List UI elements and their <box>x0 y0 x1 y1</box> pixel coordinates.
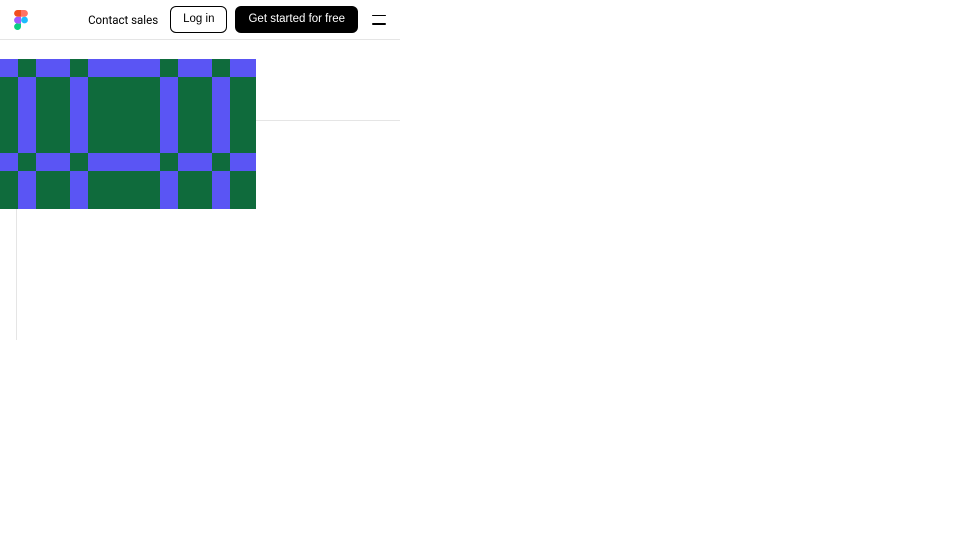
menu-icon[interactable] <box>372 15 386 25</box>
decorative-grid-pattern <box>0 59 256 209</box>
get-started-button[interactable]: Get started for free <box>235 6 358 34</box>
page-header: Contact sales Log in Get started for fre… <box>0 0 400 40</box>
login-button[interactable]: Log in <box>170 6 227 34</box>
header-actions: Contact sales Log in Get started for fre… <box>88 6 386 34</box>
contact-sales-link[interactable]: Contact sales <box>88 13 158 27</box>
figma-logo-icon[interactable] <box>14 10 28 30</box>
